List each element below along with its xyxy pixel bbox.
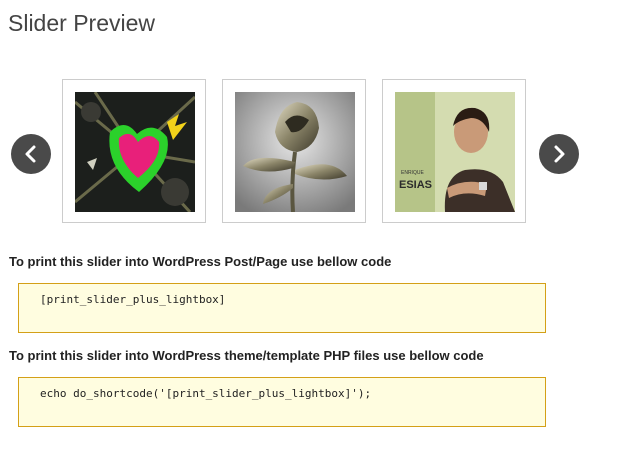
post-page-code-heading: To print this slider into WordPress Post… <box>9 254 392 269</box>
album-cover-image: ENRIQUE ESIAS <box>395 92 515 212</box>
slider-next-button[interactable] <box>539 134 579 174</box>
slide-thumbnail-heart[interactable] <box>62 79 206 223</box>
album-caption-small: ENRIQUE <box>401 170 424 176</box>
slider-prev-button[interactable] <box>11 134 51 174</box>
chevron-left-icon <box>25 145 36 163</box>
theme-template-php-code-box[interactable]: echo do_shortcode('[print_slider_plus_li… <box>18 377 546 427</box>
slide-thumbnail-rose[interactable] <box>222 79 366 223</box>
metal-rose-image <box>235 92 355 212</box>
album-caption-large: ESIAS <box>399 179 432 191</box>
page-title: Slider Preview <box>8 10 155 36</box>
post-page-shortcode-box[interactable]: [print_slider_plus_lightbox] <box>18 283 546 333</box>
image-slider: ENRIQUE ESIAS <box>0 78 636 226</box>
chevron-right-icon <box>554 145 565 163</box>
heart-artwork-image <box>75 92 195 212</box>
theme-template-code-heading: To print this slider into WordPress them… <box>9 348 484 363</box>
slide-thumbnail-album-cover[interactable]: ENRIQUE ESIAS <box>382 79 526 223</box>
